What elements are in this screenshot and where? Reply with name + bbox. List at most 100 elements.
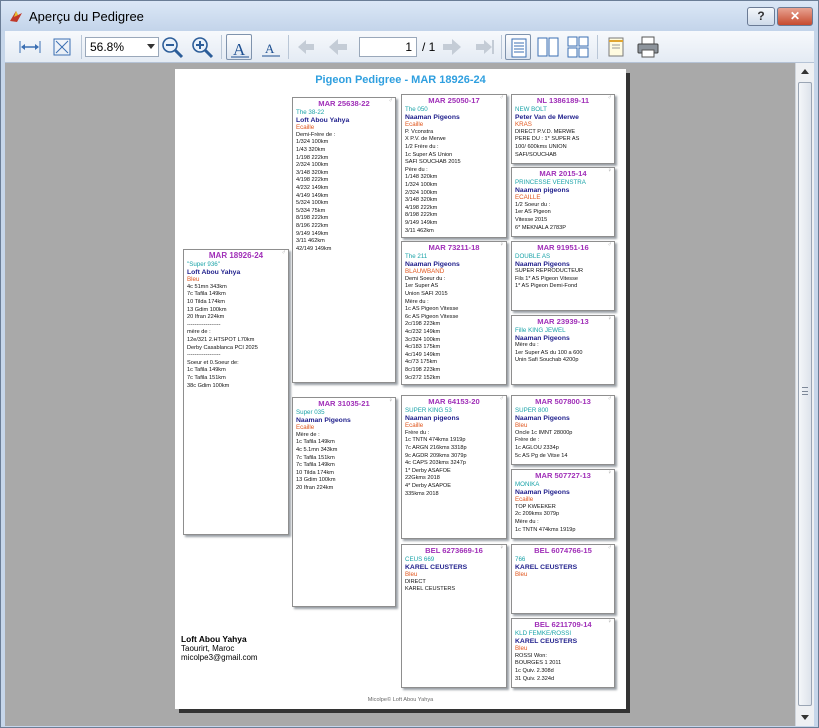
owner-name: KAREL CEUSTERS [515,563,578,571]
performance-line: 1* AS Pigeon Demi-Fond [515,283,578,290]
performance-line: 10 Tilda 174km [187,298,225,305]
performance-line: 100/ 600kms UNION [515,143,567,150]
breeder-name: Loft Abou Yahya [181,634,247,644]
pigeon-card: ♂ MAR 507800-13 SUPER 800 Naaman Pigeons Ble… [511,395,615,465]
pigeon-name: SUPER KING 53 [405,407,452,414]
title-bar: Aperçu du Pedigree ? ✕ [1,1,818,31]
performance-line: 5/324 100km [296,200,329,207]
owner-name: Naaman Pigeons [296,416,351,424]
performance-line: 5c AS Pg de Vitse 14 [515,452,568,459]
performance-line: 2/324 100km [405,189,438,196]
performance-line: 4/232 149km [296,184,329,191]
owner-name: Naaman Pigeons [405,260,460,268]
scrollbar-thumb[interactable] [798,82,812,706]
pigeon-name: SUPER 800 [515,407,549,414]
performance-line: 7c ARGN 216kms 3318p [405,444,467,451]
performance-line: 1er Super AS du 100 a 600 [515,349,583,356]
page-number-input[interactable]: 1 [359,37,417,57]
performance-line: 38c Gdim 100km [187,382,230,389]
pigeon-card: ♂ MAR 25638-22 The 38-22 Loft Abou Yahya Eca… [292,97,396,383]
ring-number: BEL 6211709-14 [534,620,592,629]
pigeon-color: Bleu [515,645,528,653]
performance-line: 8/198 222km [405,212,438,219]
prev-page-icon[interactable] [325,34,351,60]
pigeon-card: ♀ MAR 73211-18 The 211 Naaman Pigeons BLAUWB… [401,241,507,385]
pigeon-color: Ecaille [405,422,424,430]
performance-line: 4/198 222km [296,177,329,184]
close-button[interactable]: ✕ [777,7,813,26]
text-small-icon[interactable]: A [258,34,284,60]
performance-line: Frère de : [515,437,540,444]
owner-name: KAREL CEUSTERS [515,637,578,645]
performance-line: 1c Tafila 149km [187,367,226,374]
owner-name: Naaman Pigeons [515,488,570,496]
app-icon [10,11,22,22]
performance-line: 20 Ifran 224km [296,484,334,491]
page-footer: Micolpe© Loft Abou Yahya [367,697,434,703]
sex-icon: ♂ [499,396,505,402]
performance-line: 4c 5.1mn 343km [296,446,338,453]
text-large-icon[interactable]: A [226,34,252,60]
scroll-down-icon[interactable] [796,709,814,726]
pigeon-name: The 38-22 [296,109,325,116]
performance-line: ROSSI Won: [515,652,547,659]
scroll-up-icon[interactable] [796,63,814,80]
toolbar: 56.8% A A 1 / 1 [5,31,814,63]
svg-text:A: A [265,41,275,56]
page-setup-icon[interactable] [603,34,629,60]
sex-icon: ♀ [499,545,505,551]
pigeon-card: ♀ MAR 23939-13 Fille KING JEWEL Naaman Pige… [511,315,615,385]
pigeon-color: Ecaille [405,121,424,129]
pigeon-card: ♂ BEL 6074766-15 766 KAREL CEUSTERS Bleu [511,544,615,614]
ring-number: MAR 25050-17 [428,96,480,105]
performance-line: 1/2 Soeur du : [515,201,551,208]
ring-number: BEL 6273669-16 [425,546,483,555]
svg-text:A: A [233,40,246,59]
performance-line: 1c TNTN 474kms 1919p [405,437,466,444]
performance-line: DIRECT P.V.D. MERWE [515,128,576,135]
performance-line: DIRECT [405,578,426,585]
sex-icon: ♂ [281,250,287,256]
performance-line: 9c AGDR 209kms 3079p [405,452,467,459]
first-page-icon[interactable] [293,34,319,60]
pigeon-card: ♂ MAR 64153-20 SUPER KING 53 Naaman pigeons… [401,395,507,539]
performance-line: 1c Super AS Union [405,151,453,158]
performance-line: 2/324 100km [296,162,329,169]
help-button[interactable]: ? [747,7,775,26]
performance-line: KAREL CEUSTERS [405,586,456,593]
pigeon-color: Ecaille [515,496,534,504]
last-page-icon[interactable] [471,34,497,60]
performance-line: Père du : [405,166,428,173]
sex-icon: ♂ [607,242,613,248]
performance-line: BOURGES 1 2011 [515,660,562,667]
ring-number: MAR 64153-20 [428,397,480,406]
performance-line: X P.V. de Merwe [405,136,446,143]
performance-line: 13 Gdim 100km [296,477,336,484]
zoom-out-icon[interactable] [159,34,185,60]
performance-line: 13 Gdim 100km [187,306,227,313]
single-page-icon[interactable] [505,34,531,60]
ring-number: BEL 6074766-15 [534,546,592,555]
print-icon[interactable] [635,34,661,60]
owner-name: Loft Abou Yahya [296,116,350,124]
preview-window: Aperçu du Pedigree ? ✕ 56.8% A A 1 / 1 P… [0,0,819,728]
performance-line: 4c CAPS 203kms 3247p [405,460,466,467]
next-page-icon[interactable] [439,34,465,60]
breeder-block: Loft Abou Yahya Taourirt, Maroc micolpe3… [181,634,258,663]
pigeon-name: CEUS 669 [405,556,435,563]
pigeon-color: Bleu [187,276,200,284]
zoom-select[interactable]: 56.8% [85,37,159,57]
fit-page-icon[interactable] [49,34,75,60]
pigeon-name: The 211 [405,253,428,260]
performance-line: 4/198 222km [405,204,438,211]
four-page-icon[interactable] [565,34,591,60]
sex-icon: ♀ [607,168,613,174]
performance-line: 4/149 149km [296,192,329,199]
zoom-in-icon[interactable] [189,34,215,60]
owner-name: Naaman Pigeons [405,113,460,121]
two-page-icon[interactable] [535,34,561,60]
vertical-scrollbar[interactable] [795,63,814,726]
pigeon-card: ♀ MAR 2015-14 PRINCESSE VEENSTRA Naaman pig… [511,167,615,237]
fit-width-icon[interactable] [17,34,43,60]
pigeon-name: PRINCESSE VEENSTRA [515,179,586,186]
